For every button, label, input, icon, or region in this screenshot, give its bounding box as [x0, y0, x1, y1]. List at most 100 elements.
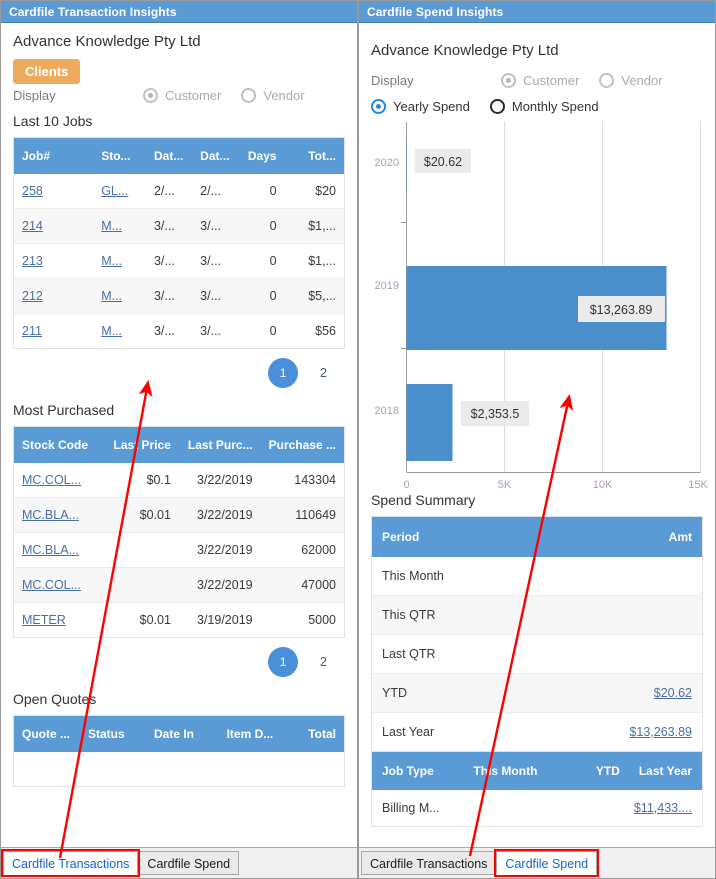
pager-page-2[interactable]: 2 — [320, 655, 327, 669]
job-link[interactable]: 211 — [22, 324, 42, 338]
col-total[interactable]: Tot... — [284, 138, 344, 174]
col-stock[interactable]: Sto... — [93, 138, 146, 174]
cell-stock: M... — [93, 243, 146, 279]
tab-cardfile-spend[interactable]: Cardfile Spend — [138, 851, 240, 875]
stock-link[interactable]: M... — [101, 324, 122, 338]
stock-code-link[interactable]: MC.COL... — [22, 473, 81, 487]
radio-monthly-spend[interactable] — [489, 99, 505, 114]
radio-yearly-spend-label[interactable]: Yearly Spend — [393, 99, 470, 114]
stock-code-link[interactable]: MC.COL... — [22, 578, 81, 592]
table-row[interactable]: This QTR — [372, 595, 702, 635]
value-label-2020: $20.62 — [424, 155, 462, 169]
stock-link[interactable]: M... — [101, 219, 122, 233]
col-last-year[interactable]: Last Year — [623, 752, 702, 790]
stock-link[interactable]: M... — [101, 254, 122, 268]
table-row[interactable] — [14, 752, 344, 786]
table-row[interactable]: 212 M... 3/... 3/... 0 $5,... — [14, 278, 344, 314]
cell-status — [80, 752, 146, 786]
table-row[interactable]: MC.COL... $0.1 3/22/2019 143304 — [14, 463, 344, 498]
tab-cardfile-transactions[interactable]: Cardfile Transactions — [361, 851, 497, 875]
last-year-link[interactable]: $11,433.... — [634, 801, 692, 815]
table-row[interactable]: MC.BLA... 3/22/2019 62000 — [14, 532, 344, 568]
value-label-2019: $13,263.89 — [590, 303, 653, 317]
cell-period: This QTR — [372, 595, 570, 635]
most-purchased-pager: 1 2 — [1, 638, 357, 677]
radio-customer[interactable] — [143, 88, 158, 103]
cell-date1: 2/... — [145, 174, 193, 209]
clients-button[interactable]: Clients — [13, 59, 81, 84]
col-days[interactable]: Days — [238, 138, 285, 174]
cell-last-purchase: 3/22/2019 — [178, 497, 261, 533]
stock-code-link[interactable]: METER — [22, 613, 66, 627]
cell-date2: 3/... — [192, 243, 239, 279]
col-date2[interactable]: Dat... — [192, 138, 239, 174]
bar-2018[interactable] — [406, 384, 453, 461]
radio-vendor-label[interactable]: Vendor — [263, 88, 304, 103]
value-label-2018: $2,353.5 — [471, 407, 520, 421]
col-this-month[interactable]: This Month — [469, 752, 561, 790]
table-row[interactable]: This Month — [372, 557, 702, 596]
most-purchased-table-wrap: Stock Code Last Price Last Purc... Purch… — [13, 426, 345, 638]
radio-customer-label[interactable]: Customer — [165, 88, 221, 103]
col-item-desc[interactable]: Item D... — [218, 716, 292, 752]
cell-stock: GL... — [93, 174, 146, 209]
radio-vendor[interactable] — [599, 73, 615, 88]
most-purchased-title: Most Purchased — [13, 402, 115, 418]
table-row[interactable]: 258 GL... 2/... 2/... 0 $20 — [14, 174, 344, 209]
radio-customer[interactable] — [501, 73, 516, 88]
table-row[interactable]: MC.BLA... $0.01 3/22/2019 110649 — [14, 497, 344, 533]
radio-monthly-spend-label[interactable]: Monthly Spend — [512, 99, 599, 114]
table-row[interactable]: 214 M... 3/... 3/... 0 $1,... — [14, 208, 344, 244]
col-quote-total[interactable]: Total — [291, 716, 344, 752]
table-row[interactable]: 213 M... 3/... 3/... 0 $1,... — [14, 243, 344, 279]
col-date-in[interactable]: Date In — [146, 716, 219, 752]
cell-date1: 3/... — [145, 278, 193, 314]
col-job[interactable]: Job# — [14, 138, 94, 174]
table-row[interactable]: Billing M... $11,433.... — [372, 790, 702, 826]
cell-job: 212 — [14, 278, 94, 314]
tab-cardfile-spend[interactable]: Cardfile Spend — [494, 849, 600, 877]
pager-current-page[interactable]: 1 — [268, 358, 299, 388]
col-status[interactable]: Status — [80, 716, 146, 752]
table-row[interactable]: Last QTR — [372, 634, 702, 674]
table-row[interactable]: METER $0.01 3/19/2019 5000 — [14, 603, 344, 638]
stock-code-link[interactable]: MC.BLA... — [22, 508, 79, 522]
radio-yearly-spend[interactable] — [371, 99, 386, 114]
job-link[interactable]: 258 — [22, 184, 43, 198]
radio-customer-label[interactable]: Customer — [523, 73, 579, 88]
right-tabstrip: Cardfile Transactions Cardfile Spend — [359, 847, 715, 878]
col-amt[interactable]: Amt — [570, 517, 702, 557]
tab-cardfile-transactions[interactable]: Cardfile Transactions — [1, 849, 141, 877]
radio-vendor[interactable] — [241, 88, 257, 103]
table-row[interactable]: Last Year $13,263.89 — [372, 713, 702, 752]
stock-link[interactable]: GL... — [101, 184, 128, 198]
radio-vendor-label[interactable]: Vendor — [621, 73, 662, 88]
amt-link-last-year[interactable]: $13,263.89 — [629, 725, 692, 739]
job-link[interactable]: 212 — [22, 289, 43, 303]
cell-purchase-qty: 62000 — [260, 532, 344, 568]
col-last-price[interactable]: Last Price — [105, 427, 179, 463]
cell-period: Last Year — [382, 725, 435, 739]
cell-period: Last QTR — [372, 634, 570, 674]
col-date1[interactable]: Dat... — [145, 138, 193, 174]
amt-link-ytd[interactable]: $20.62 — [654, 686, 692, 700]
col-job-type[interactable]: Job Type — [372, 752, 470, 790]
col-purchase-qty[interactable]: Purchase ... — [260, 427, 344, 463]
stock-code-link[interactable]: MC.BLA... — [22, 543, 79, 557]
col-period[interactable]: Period — [372, 517, 570, 557]
job-link[interactable]: 213 — [22, 254, 43, 268]
table-row[interactable]: 211 M... 3/... 3/... 0 $56 — [14, 314, 344, 349]
cell-date1: 3/... — [145, 243, 193, 279]
col-quote[interactable]: Quote ... — [14, 716, 80, 752]
col-stock-code[interactable]: Stock Code — [14, 427, 106, 463]
table-row[interactable]: YTD $20.62 — [372, 673, 702, 713]
pager-page-2[interactable]: 2 — [320, 366, 327, 380]
col-last-purchase[interactable]: Last Purc... — [178, 427, 261, 463]
job-link[interactable]: 214 — [22, 219, 43, 233]
stock-link[interactable]: M... — [101, 289, 122, 303]
pager-current-page[interactable]: 1 — [268, 647, 299, 677]
xtick-5k: 5K — [498, 479, 512, 491]
table-row[interactable]: MC.COL... 3/22/2019 47000 — [14, 567, 344, 603]
table-header-row: Job Type This Month YTD Last Year — [372, 752, 702, 790]
col-ytd[interactable]: YTD — [560, 752, 624, 790]
